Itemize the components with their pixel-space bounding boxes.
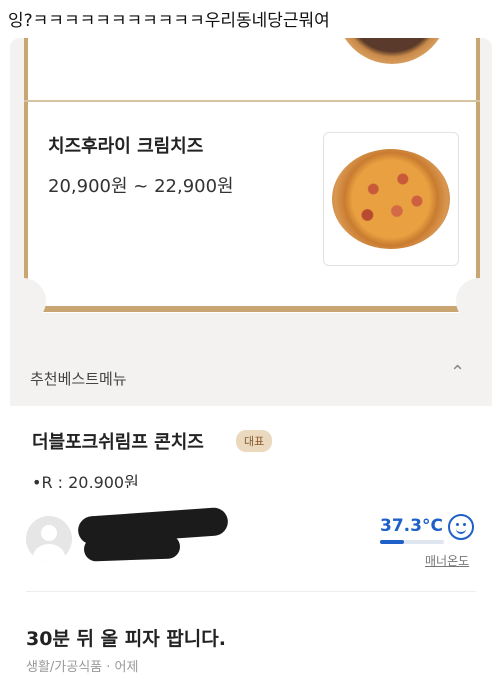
divider — [26, 591, 476, 592]
manner-temperature-fill — [380, 540, 404, 544]
marketplace-screenshot: 37.3°C 매너온도 30분 뒤 올 피자 팝니다. 생활/가공식품 · 어제 — [10, 488, 492, 693]
smile-face-icon — [448, 514, 474, 540]
manner-temperature: 37.3°C — [380, 516, 443, 536]
featured-item-price: 20,900원 ~ 22,900원 — [48, 176, 234, 197]
card-frame-bottom — [24, 306, 480, 312]
chevron-up-icon[interactable]: ⌃ — [450, 362, 465, 383]
redacted-location — [83, 534, 181, 562]
recommended-item-price: •R : 20,900원 — [32, 473, 139, 488]
recommended-item[interactable]: 더블포크쉬림프 콘치즈 대표 •R : 20,900원 — [10, 406, 492, 488]
ticket-notch-right — [456, 278, 492, 324]
post-title: 30분 뒤 올 피자 팝니다. — [26, 628, 226, 650]
arrow-left-icon[interactable]: ← — [32, 60, 50, 85]
signature-badge: 대표 — [236, 430, 273, 452]
pizza-image — [332, 149, 450, 249]
section-title[interactable]: 추천베스트메뉴 — [30, 368, 127, 389]
share-icon[interactable]: ❮ — [412, 58, 429, 82]
avatar[interactable] — [26, 516, 72, 562]
manner-temperature-link[interactable]: 매너온도 — [425, 552, 469, 569]
manner-temperature-bar — [380, 540, 444, 544]
recommended-item-name: 더블포크쉬림프 콘치즈 — [32, 432, 204, 453]
post-caption: 잉?ㅋㅋㅋㅋㅋㅋㅋㅋㅋㅋㅋ우리동네당근뭐여 — [8, 11, 330, 31]
featured-item-name: 치즈후라이 크림치즈 — [48, 136, 204, 157]
featured-item-image[interactable] — [323, 132, 459, 266]
more-icon[interactable]: ⋮ — [464, 58, 482, 79]
menu-app-screenshot: ← ❮ ⋮ 치즈후라이 크림치즈 20,900원 ~ 22,900원 추천베스트… — [10, 38, 492, 488]
post-category-time[interactable]: 생활/가공식품 · 어제 — [26, 656, 138, 675]
card-divider — [24, 100, 480, 102]
